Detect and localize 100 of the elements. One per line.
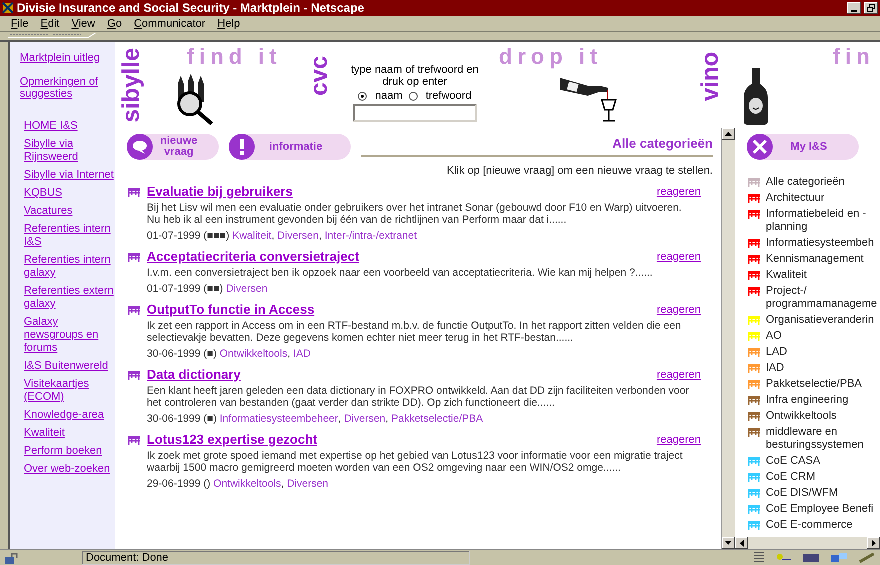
minimize-button[interactable] [847, 2, 861, 14]
menu-item[interactable]: Edit [34, 18, 66, 30]
scroll-down-button[interactable] [722, 537, 735, 549]
sidebar-link[interactable]: Opmerkingen of suggesties [20, 76, 115, 100]
category-link[interactable]: Architectuur [766, 192, 880, 205]
table-icon [127, 252, 141, 262]
sidebar-link[interactable]: Referenties extern galaxy [24, 285, 115, 311]
category-link[interactable]: Ontwikkeltools [766, 410, 880, 423]
table-icon [127, 434, 141, 446]
separator: , [318, 230, 322, 242]
banner-word: fin [833, 46, 875, 68]
category-link[interactable]: CoE CASA [766, 455, 880, 468]
category-link[interactable]: Organisatieveranderin [766, 314, 880, 327]
sidebar-link[interactable]: Visitekaartjes (ECOM) [24, 378, 115, 404]
sidebar-link[interactable]: I&S Buitenwereld [24, 360, 115, 373]
sidebar-link[interactable]: Over web-zoeken [24, 463, 115, 476]
sidebar-link[interactable]: Referenties intern galaxy [24, 254, 115, 280]
toolbar-grip-icon[interactable] [8, 33, 98, 39]
category-link[interactable]: Ontwikkeltools [214, 478, 282, 490]
restore-button[interactable] [864, 2, 878, 14]
category-link[interactable]: Alle categorieën [766, 176, 880, 189]
new-question-button[interactable]: nieuwe vraag [127, 134, 219, 160]
reply-link[interactable]: reageren [656, 304, 701, 316]
menu-item[interactable]: Communicator [128, 18, 212, 30]
sidebar-link[interactable]: Kwaliteit [24, 427, 115, 440]
reply-link[interactable]: reageren [656, 186, 701, 198]
reply-link[interactable]: reageren [656, 368, 701, 380]
sidebar-link[interactable]: Perform boeken [24, 445, 115, 458]
info-button[interactable]: informatie [229, 134, 351, 160]
separator: , [338, 413, 342, 425]
category-link[interactable]: CoE DIS/WFM [766, 487, 880, 500]
radio-button[interactable] [408, 92, 418, 100]
sun-arrow-icon[interactable] [774, 552, 792, 563]
exclamation-icon [237, 139, 247, 155]
post-date: 29-06-1999 () [147, 478, 211, 490]
category-link[interactable]: Informatiesysteembeheer [220, 413, 338, 425]
sidebar-link[interactable]: HOME I&S [24, 120, 115, 133]
category-link[interactable]: Ontwikkeltools [220, 348, 288, 360]
envelope-icon[interactable] [802, 552, 820, 563]
category-link[interactable]: Diversen [344, 413, 386, 425]
reply-link[interactable]: reageren [656, 250, 701, 262]
post-text: Ik zet een rapport in Access om in een RTF-bestand m.b.v. de functie OutputTo. In het rapport zitten velden die een selectievakje bevatten. Deze gegevens komen echter niet meer terug in het RTF-bestan...... [147, 320, 682, 344]
padlock-icon[interactable] [4, 552, 18, 564]
sidebar-link[interactable]: Galaxy newsgroups en forums [24, 316, 115, 355]
sidebar-link[interactable]: Sibylle via Rijnsweerd [24, 138, 115, 164]
radio-button[interactable] [358, 92, 368, 100]
category-heading: Alle categorieën [361, 134, 713, 157]
category-link[interactable]: IAD [766, 362, 880, 375]
sidebar-link[interactable]: Sibylle via Internet [24, 169, 115, 182]
category-link[interactable]: Project-/ programmamanageme [766, 285, 880, 311]
post-title-link[interactable]: Lotus123 expertise gezocht [147, 432, 651, 447]
category-link[interactable]: Diversen [287, 478, 329, 490]
category-link[interactable]: Inter-/intra-/extranet [324, 230, 418, 242]
banner-word: vino [699, 52, 723, 102]
sidebar-link[interactable]: Vacatures [24, 205, 115, 218]
category-link[interactable]: Kwaliteit [232, 230, 272, 242]
banner-word: sibylle [120, 48, 144, 123]
scroll-left-button[interactable] [735, 537, 748, 549]
category-link[interactable]: Diversen [278, 230, 319, 242]
sidebar-link[interactable]: KQBUS [24, 187, 115, 200]
category-link[interactable]: middleware en besturingssystemen [766, 426, 880, 452]
right-arrow-icon [872, 540, 876, 546]
my-is-button[interactable]: My I&S [747, 134, 859, 160]
category-link[interactable]: Pakketselectie/PBA [392, 413, 484, 425]
up-arrow-icon [725, 132, 732, 136]
category-link[interactable]: AO [766, 330, 880, 343]
category-link[interactable]: Kwaliteit [766, 269, 880, 282]
category-link[interactable]: Kennismanagement [766, 253, 880, 266]
reply-link[interactable]: reageren [656, 434, 701, 446]
post-title-link[interactable]: Evaluatie bij gebruikers [147, 184, 651, 199]
menu-item[interactable]: Help [212, 18, 246, 30]
sidebar-link[interactable]: Marktplein uitleg [20, 52, 115, 64]
category-link[interactable]: CoE Employee Benefi [766, 503, 880, 516]
category-link[interactable]: Informatiesysteembeh [766, 237, 880, 250]
post-title-link[interactable]: Acceptatiecriteria conversietraject [147, 249, 651, 264]
category-link[interactable]: Diversen [226, 283, 268, 295]
app-logo-icon [2, 2, 14, 14]
post-title-link[interactable]: OutputTo functie in Access [147, 302, 651, 317]
lines-icon[interactable] [754, 552, 764, 562]
category-link[interactable]: CoE CRM [766, 471, 880, 484]
category-link[interactable]: Informatiebeleid en -planning [766, 208, 880, 234]
menu-item[interactable]: File [5, 18, 35, 30]
category-link[interactable]: LAD [766, 346, 880, 359]
scroll-right-button[interactable] [867, 537, 880, 549]
category-link[interactable]: Infra engineering [766, 394, 880, 407]
category-link[interactable]: CoE E-commerce [766, 519, 880, 532]
sidebar-link[interactable]: Referenties intern I&S [24, 223, 115, 249]
table-icon [127, 186, 141, 198]
post-title-link[interactable]: Data dictionary [147, 367, 651, 382]
menu-item[interactable]: Go [101, 18, 128, 30]
separator: , [288, 348, 291, 360]
banner-word: drop it [499, 46, 602, 68]
category-link[interactable]: IAD [293, 348, 311, 360]
separator: , [272, 230, 275, 242]
category-link[interactable]: Pakketselectie/PBA [766, 378, 880, 391]
menu-item[interactable]: View [66, 18, 102, 30]
post-text: I.v.m. een conversietraject ben ik opzoek naar een voorbeeld van acceptatiecriteria. Wie kan mij helpen ?...... [147, 267, 654, 279]
search-field[interactable] [353, 104, 477, 122]
sidebar-link[interactable]: Knowledge-area [24, 409, 115, 422]
scroll-up-button[interactable] [722, 128, 735, 140]
